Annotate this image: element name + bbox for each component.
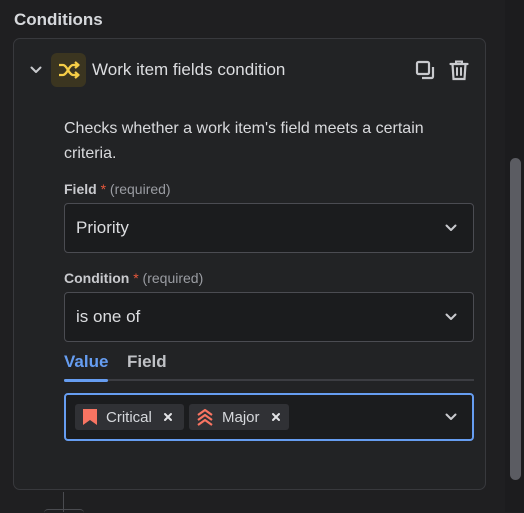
chevron-down-icon [445, 313, 457, 321]
condition-type-badge [51, 53, 86, 87]
next-step-node[interactable] [44, 509, 84, 513]
tag-label: Major [222, 408, 260, 426]
values-multiselect[interactable]: Critical Major [64, 393, 474, 441]
tab-field[interactable]: Field [127, 352, 167, 372]
remove-tag-button[interactable] [269, 410, 283, 424]
field-select-value: Priority [76, 218, 129, 237]
condition-title: Work item fields condition [92, 60, 286, 79]
duplicate-button[interactable] [413, 58, 437, 82]
active-tab-indicator [64, 379, 108, 382]
chevron-down-icon[interactable] [445, 413, 457, 421]
collapse-button[interactable] [27, 60, 45, 80]
tab-value[interactable]: Value [64, 352, 108, 372]
remove-tag-button[interactable] [161, 410, 175, 424]
required-asterisk: * [133, 270, 139, 286]
required-hint: (required) [142, 270, 204, 286]
chevron-down-icon [30, 66, 42, 73]
selected-value-tag: Major [189, 404, 289, 430]
condition-select[interactable]: is one of [64, 292, 474, 342]
field-label-text: Field [64, 181, 97, 197]
tab-divider [64, 379, 474, 381]
condition-label-text: Condition [64, 270, 130, 286]
copy-icon [415, 60, 435, 80]
field-label: Field * (required) [64, 181, 171, 197]
tag-label: Critical [106, 408, 152, 426]
condition-select-value: is one of [76, 307, 141, 326]
selected-value-tag: Critical [75, 404, 184, 430]
trash-icon [449, 60, 469, 81]
priority-major-icon [197, 408, 213, 426]
field-select[interactable]: Priority [64, 203, 474, 253]
shuffle-icon [58, 61, 80, 79]
delete-button[interactable] [447, 58, 471, 82]
close-icon [163, 413, 172, 421]
scrollbar-thumb[interactable] [510, 158, 521, 480]
chevron-down-icon [445, 224, 457, 232]
condition-description: Checks whether a work item's field meets… [64, 120, 424, 162]
required-asterisk: * [100, 181, 107, 197]
condition-label: Condition * (required) [64, 270, 203, 286]
section-title: Conditions [14, 10, 103, 29]
required-hint: (required) [109, 181, 171, 197]
close-icon [271, 413, 280, 421]
value-source-tabs: Value Field [64, 352, 474, 382]
priority-critical-icon [83, 409, 97, 425]
